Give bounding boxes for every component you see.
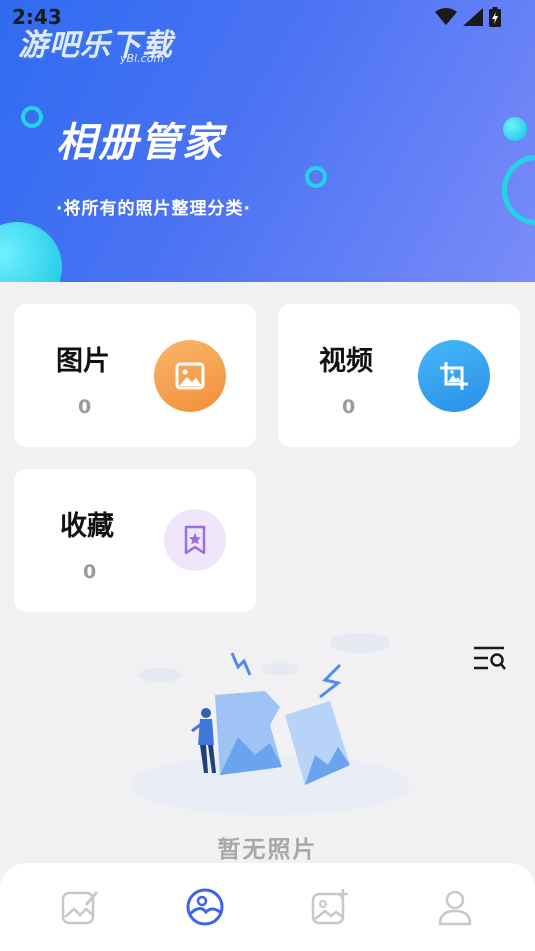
nav-edit[interactable] bbox=[50, 877, 110, 937]
decor-ring bbox=[305, 166, 327, 188]
signal-icon bbox=[463, 8, 483, 26]
photos-card-count: 0 bbox=[78, 396, 92, 418]
add-photo-icon bbox=[311, 889, 348, 925]
album-icon bbox=[186, 888, 224, 926]
favorites-card[interactable]: 收藏 0 bbox=[14, 469, 256, 612]
search-list-icon[interactable] bbox=[472, 644, 506, 672]
video-icon bbox=[418, 340, 490, 412]
bookmark-star-icon bbox=[164, 509, 226, 571]
status-icons bbox=[435, 7, 501, 27]
decor-dot bbox=[0, 222, 62, 282]
videos-card-label: 视频 bbox=[319, 346, 373, 377]
favorites-card-label: 收藏 bbox=[60, 511, 114, 542]
page-subtitle: ·将所有的照片整理分类· bbox=[56, 199, 251, 219]
photos-card[interactable]: 图片 0 bbox=[14, 304, 256, 447]
status-bar: 2:43 bbox=[0, 0, 535, 34]
nav-album[interactable] bbox=[175, 877, 235, 937]
decor-ring bbox=[502, 155, 535, 225]
app-screen: 游吧乐下载 yBl.com 2:43 相册管家 ·将所有的照片整理分类· 图片 … bbox=[0, 0, 535, 951]
decor-dot bbox=[503, 117, 527, 141]
empty-state-text: 暂无照片 bbox=[217, 837, 318, 863]
favorites-card-count: 0 bbox=[83, 561, 97, 583]
bottom-nav bbox=[0, 863, 535, 951]
battery-icon bbox=[489, 7, 501, 27]
profile-icon bbox=[438, 890, 471, 926]
empty-illustration bbox=[130, 633, 410, 815]
page-title: 相册管家 bbox=[56, 120, 224, 166]
edit-photo-icon bbox=[62, 891, 99, 925]
decor-ring bbox=[21, 106, 43, 128]
image-icon bbox=[154, 340, 226, 412]
status-time: 2:43 bbox=[12, 5, 62, 29]
photos-card-label: 图片 bbox=[56, 346, 110, 377]
nav-profile[interactable] bbox=[425, 877, 485, 937]
videos-card-count: 0 bbox=[342, 396, 356, 418]
videos-card[interactable]: 视频 0 bbox=[278, 304, 520, 447]
nav-add-photo[interactable] bbox=[300, 877, 360, 937]
hero-banner: 游吧乐下载 yBl.com 2:43 相册管家 ·将所有的照片整理分类· bbox=[0, 0, 535, 282]
wifi-icon bbox=[435, 8, 457, 25]
watermark-domain: yBl.com bbox=[120, 52, 165, 65]
